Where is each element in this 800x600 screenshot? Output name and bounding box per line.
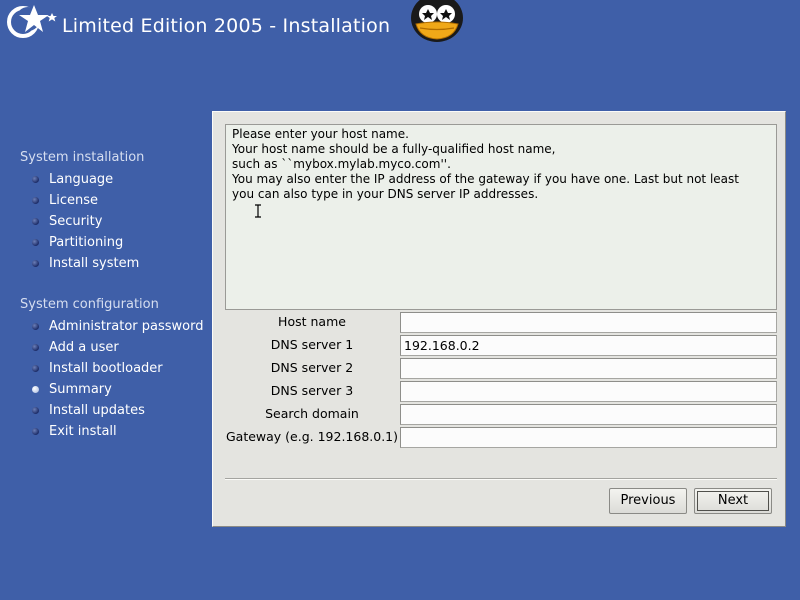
sidebar-item-language: Language	[32, 170, 113, 188]
dns-server-1-row: DNS server 1	[225, 334, 777, 356]
next-button[interactable]: Next	[694, 488, 772, 514]
header: Limited Edition 2005 - Installation	[0, 0, 800, 60]
dns-server-1-label: DNS server 1	[270, 337, 354, 352]
sidebar-item-license: License	[32, 191, 98, 209]
bullet-icon	[32, 217, 39, 225]
sidebar-item-label: Summary	[49, 381, 112, 397]
sidebar-item-summary: Summary	[32, 380, 112, 398]
sidebar-item-label: License	[49, 192, 99, 208]
sidebar-item-label: Install updates	[49, 402, 145, 418]
search-domain-label: Search domain	[265, 406, 359, 421]
bullet-icon	[32, 364, 39, 372]
host-name-label: Host name	[278, 314, 346, 329]
bullet-icon	[32, 238, 39, 246]
sidebar-item-exit-install: Exit install	[32, 422, 117, 440]
sidebar-item-label: Partitioning	[49, 234, 124, 250]
separator	[225, 478, 777, 480]
sidebar-item-label: Install bootloader	[49, 360, 163, 376]
bullet-icon	[32, 322, 39, 330]
previous-button[interactable]: Previous	[609, 488, 687, 514]
gateway-label: Gateway (e.g. 192.168.0.1)	[225, 429, 399, 444]
bullet-icon	[32, 175, 39, 183]
sidebar-item-label: Security	[49, 213, 103, 229]
main-panel: Please enter your host name. Your host n…	[212, 111, 786, 527]
dns-server-2-input[interactable]	[400, 358, 777, 379]
sidebar-item-label: Language	[49, 171, 114, 187]
search-domain-row: Search domain	[225, 403, 777, 425]
info-line: You may also enter the IP address of the…	[232, 172, 739, 186]
sidebar-item-label: Install system	[49, 255, 140, 271]
sidebar-item-label: Administrator password	[49, 318, 204, 334]
app-title: Limited Edition 2005 - Installation	[62, 15, 391, 37]
sidebar-item-install-updates: Install updates	[32, 401, 145, 419]
penguin-icon	[411, 0, 463, 42]
info-line: Please enter your host name.	[232, 127, 409, 141]
gateway-row: Gateway (e.g. 192.168.0.1)	[225, 426, 777, 448]
bullet-icon	[32, 406, 39, 414]
info-line: such as ``mybox.mylab.myco.com''.	[232, 157, 451, 171]
info-line: you can also type in your DNS server IP …	[232, 187, 539, 201]
bullet-icon	[32, 196, 39, 204]
sidebar-item-partitioning: Partitioning	[32, 233, 123, 251]
dns-server-2-row: DNS server 2	[225, 357, 777, 379]
star-logo-icon	[7, 5, 57, 38]
text-cursor-icon	[255, 204, 261, 218]
dns-server-3-input[interactable]	[400, 381, 777, 402]
host-name-row: Host name	[225, 311, 777, 333]
info-text-box: Please enter your host name. Your host n…	[225, 124, 777, 310]
sidebar-section-system-configuration: System configuration	[20, 297, 159, 312]
sidebar-item-label: Exit install	[49, 423, 117, 439]
dns-server-2-label: DNS server 2	[270, 360, 354, 375]
current-step-bullet-icon	[32, 385, 39, 393]
sidebar-item-install-system: Install system	[32, 254, 139, 272]
search-domain-input[interactable]	[400, 404, 777, 425]
dns-server-3-label: DNS server 3	[270, 383, 354, 398]
sidebar-item-install-bootloader: Install bootloader	[32, 359, 163, 377]
sidebar-item-administrator-password: Administrator password	[32, 317, 203, 335]
sidebar-item-label: Add a user	[49, 339, 119, 355]
sidebar-section-system-installation: System installation	[20, 150, 145, 165]
sidebar-item-add-a-user: Add a user	[32, 338, 119, 356]
bullet-icon	[32, 427, 39, 435]
dns-server-1-input[interactable]	[400, 335, 777, 356]
host-name-input[interactable]	[400, 312, 777, 333]
sidebar-item-security: Security	[32, 212, 102, 230]
dns-server-3-row: DNS server 3	[225, 380, 777, 402]
info-line: Your host name should be a fully-qualifi…	[232, 142, 556, 156]
bullet-icon	[32, 343, 39, 351]
gateway-input[interactable]	[400, 427, 777, 448]
bullet-icon	[32, 259, 39, 267]
